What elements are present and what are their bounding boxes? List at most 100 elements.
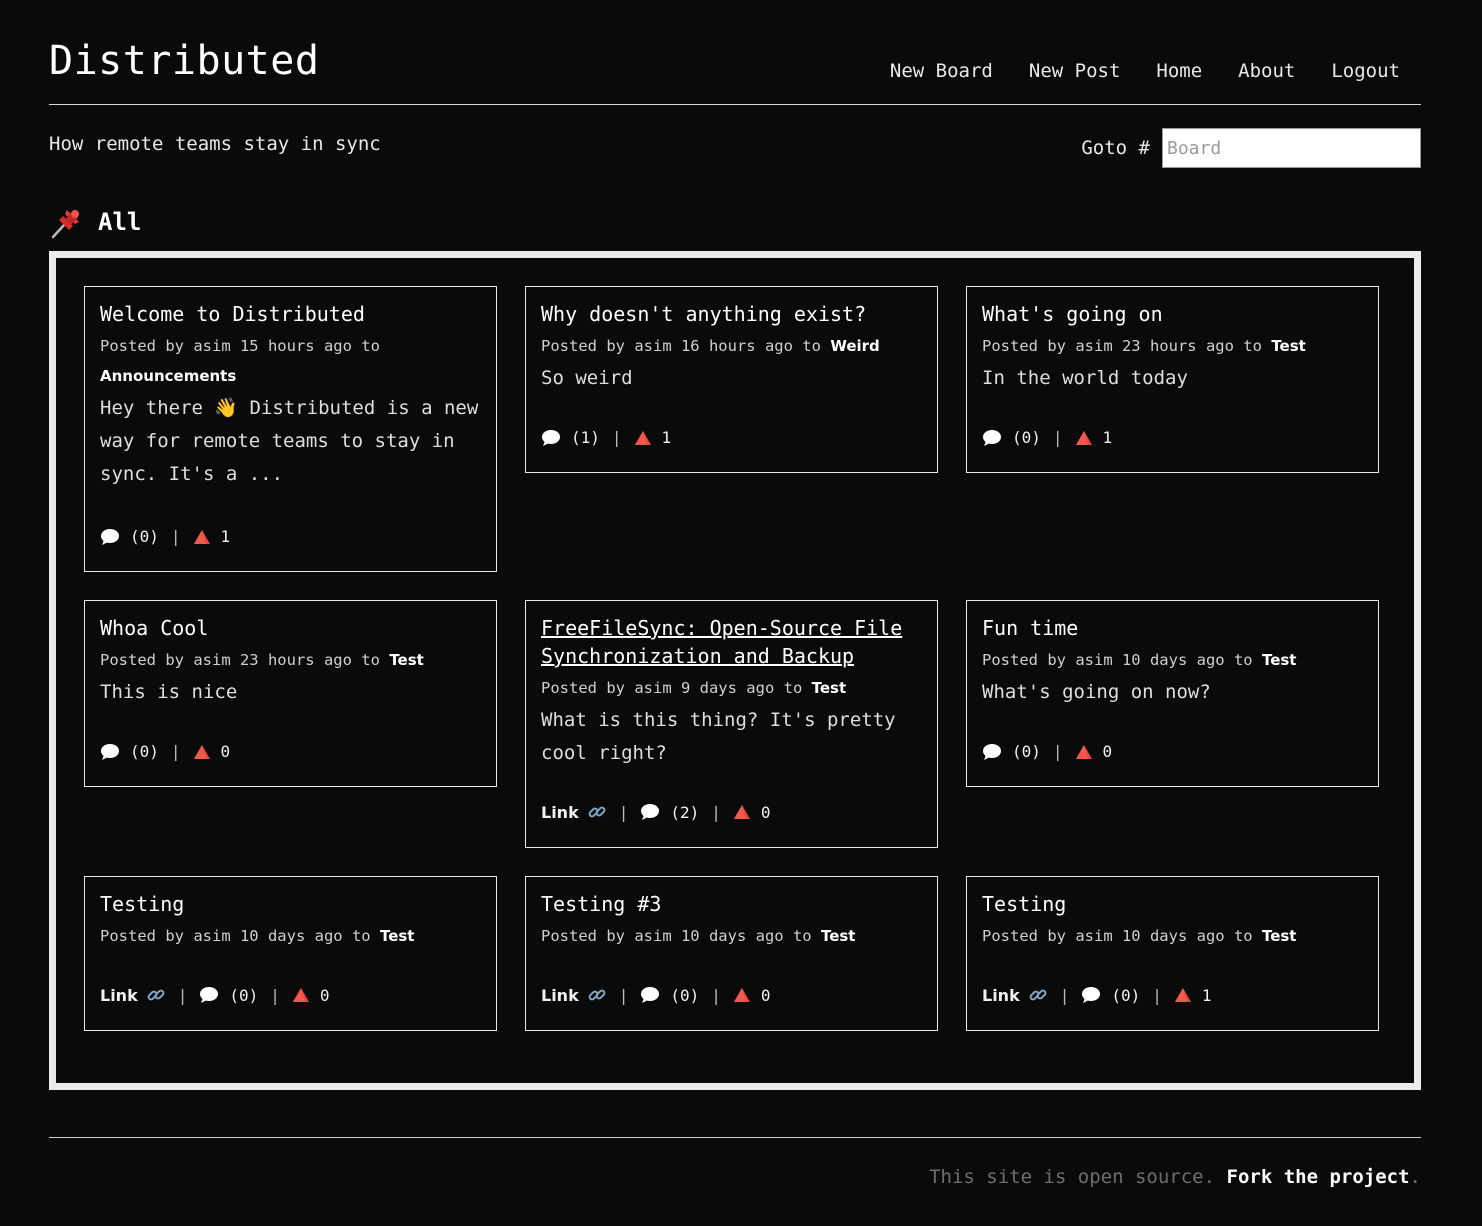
- post-meta-text: Posted by asim 10 days ago to: [541, 927, 812, 945]
- post-title[interactable]: Testing: [100, 890, 481, 918]
- post-board-link[interactable]: Announcements: [100, 360, 481, 392]
- comment-icon[interactable]: [640, 803, 660, 821]
- post-link-group: Link |: [100, 985, 199, 1005]
- post-link[interactable]: Link: [541, 803, 579, 822]
- comment-icon[interactable]: [100, 528, 120, 546]
- fork-project-link[interactable]: Fork the project: [1227, 1166, 1410, 1188]
- upvote-icon[interactable]: [733, 987, 751, 1003]
- comment-icon[interactable]: [982, 743, 1002, 761]
- link-icon[interactable]: [587, 802, 607, 822]
- post-board-link[interactable]: Test: [812, 679, 847, 697]
- comment-count[interactable]: (2): [670, 803, 699, 822]
- post-board-link[interactable]: Test: [1262, 927, 1297, 945]
- post-card: Why doesn't anything exist? Posted by as…: [525, 286, 938, 473]
- section-heading: All: [49, 193, 1421, 251]
- vote-count: 0: [760, 802, 771, 822]
- post-board-link[interactable]: Test: [1262, 651, 1297, 669]
- post-board-link[interactable]: Test: [380, 927, 415, 945]
- goto-board: Goto #: [1081, 128, 1421, 168]
- post-link[interactable]: Link: [541, 986, 579, 1005]
- vote-count: 1: [661, 428, 672, 447]
- link-icon[interactable]: [1028, 985, 1048, 1005]
- post-board-link[interactable]: Test: [1271, 337, 1306, 355]
- comment-count[interactable]: (0): [1111, 986, 1140, 1005]
- upvote-icon[interactable]: [193, 744, 211, 760]
- post-card: Welcome to Distributed Posted by asim 15…: [84, 286, 497, 572]
- nav-new-post[interactable]: New Post: [1029, 60, 1121, 82]
- post-title[interactable]: Fun time: [982, 614, 1363, 642]
- post-meta-text: Posted by asim 10 days ago to: [982, 651, 1253, 669]
- comment-icon[interactable]: [199, 986, 219, 1004]
- post-card: Testing Posted by asim 10 days ago to Te…: [84, 876, 497, 1031]
- site-tagline: How remote teams stay in sync: [49, 133, 381, 155]
- vote-count: 1: [220, 527, 231, 546]
- comment-count[interactable]: (0): [1012, 742, 1041, 761]
- vote-count: 1: [1102, 428, 1113, 447]
- post-board-link[interactable]: Weird: [830, 337, 879, 355]
- post-board-link[interactable]: Test: [821, 927, 856, 945]
- post-board-link[interactable]: Test: [389, 651, 424, 669]
- post-title[interactable]: What's going on: [982, 300, 1363, 328]
- post-title[interactable]: Testing #3: [541, 890, 922, 918]
- post-title[interactable]: Testing: [982, 890, 1363, 918]
- goto-label: Goto #: [1081, 137, 1150, 159]
- upvote-icon[interactable]: [193, 529, 211, 545]
- link-icon[interactable]: [587, 985, 607, 1005]
- comment-count[interactable]: (0): [229, 986, 258, 1005]
- separator: |: [611, 428, 622, 447]
- separator: |: [170, 742, 181, 761]
- post-link-group: Link |: [541, 985, 640, 1005]
- posts-board: Welcome to Distributed Posted by asim 15…: [49, 251, 1421, 1090]
- comment-icon[interactable]: [982, 429, 1002, 447]
- comment-count[interactable]: (0): [1012, 428, 1041, 447]
- post-title[interactable]: Why doesn't anything exist?: [541, 300, 922, 328]
- post-body: What's going on now?: [982, 681, 1211, 703]
- post-meta: Posted by asim 10 days ago to Test: [541, 920, 922, 952]
- post-body: So weird: [541, 367, 633, 389]
- goto-board-input[interactable]: [1162, 128, 1421, 168]
- comment-icon[interactable]: [100, 743, 120, 761]
- post-meta: Posted by asim 10 days ago to Test: [982, 644, 1363, 676]
- separator: |: [1152, 985, 1162, 1005]
- upvote-icon[interactable]: [733, 804, 751, 820]
- site-title[interactable]: Distributed: [49, 38, 319, 84]
- comment-count[interactable]: (1): [571, 428, 600, 447]
- post-link[interactable]: Link: [100, 986, 138, 1005]
- post-actions: Link | (0) | 0: [541, 985, 771, 1005]
- post-link[interactable]: Link: [982, 986, 1020, 1005]
- post-meta-text: Posted by asim 16 hours ago to: [541, 337, 821, 355]
- comment-count[interactable]: (0): [130, 742, 159, 761]
- post-meta-text: Posted by asim 23 hours ago to: [982, 337, 1262, 355]
- post-title[interactable]: Welcome to Distributed: [100, 300, 481, 328]
- comment-icon[interactable]: [640, 986, 660, 1004]
- post-title[interactable]: FreeFileSync: Open-Source File Synchroni…: [541, 614, 922, 670]
- post-card: Testing #3 Posted by asim 10 days ago to…: [525, 876, 938, 1031]
- upvote-icon[interactable]: [1075, 744, 1093, 760]
- comment-icon[interactable]: [541, 429, 561, 447]
- comment-icon[interactable]: [1081, 986, 1101, 1004]
- page: Distributed New Board New Post Home Abou…: [49, 0, 1421, 1188]
- nav-new-board[interactable]: New Board: [890, 60, 993, 82]
- post-meta: Posted by asim 23 hours ago to Test: [982, 330, 1363, 362]
- upvote-icon[interactable]: [1174, 987, 1192, 1003]
- nav-about[interactable]: About: [1238, 60, 1295, 82]
- pushpin-icon: [51, 210, 79, 239]
- post-title[interactable]: Whoa Cool: [100, 614, 481, 642]
- nav-logout[interactable]: Logout: [1331, 60, 1400, 82]
- footer-suffix: .: [1409, 1166, 1421, 1188]
- comment-count[interactable]: (0): [130, 527, 159, 546]
- post-actions: Link | (2) | 0: [541, 802, 771, 822]
- post-actions: | (1) | 1: [541, 428, 671, 447]
- post-card: What's going on Posted by asim 23 hours …: [966, 286, 1379, 473]
- post-card: Fun time Posted by asim 10 days ago to T…: [966, 600, 1379, 787]
- comment-count[interactable]: (0): [670, 986, 699, 1005]
- post-actions: Link | (0) | 1: [982, 985, 1212, 1005]
- upvote-icon[interactable]: [1075, 430, 1093, 446]
- upvote-icon[interactable]: [634, 430, 652, 446]
- link-icon[interactable]: [146, 985, 166, 1005]
- footer-static-text: This site is open source.: [929, 1166, 1216, 1188]
- post-body: This is nice: [100, 681, 238, 703]
- post-actions: | (0) | 1: [100, 527, 230, 546]
- nav-home[interactable]: Home: [1156, 60, 1202, 82]
- upvote-icon[interactable]: [292, 987, 310, 1003]
